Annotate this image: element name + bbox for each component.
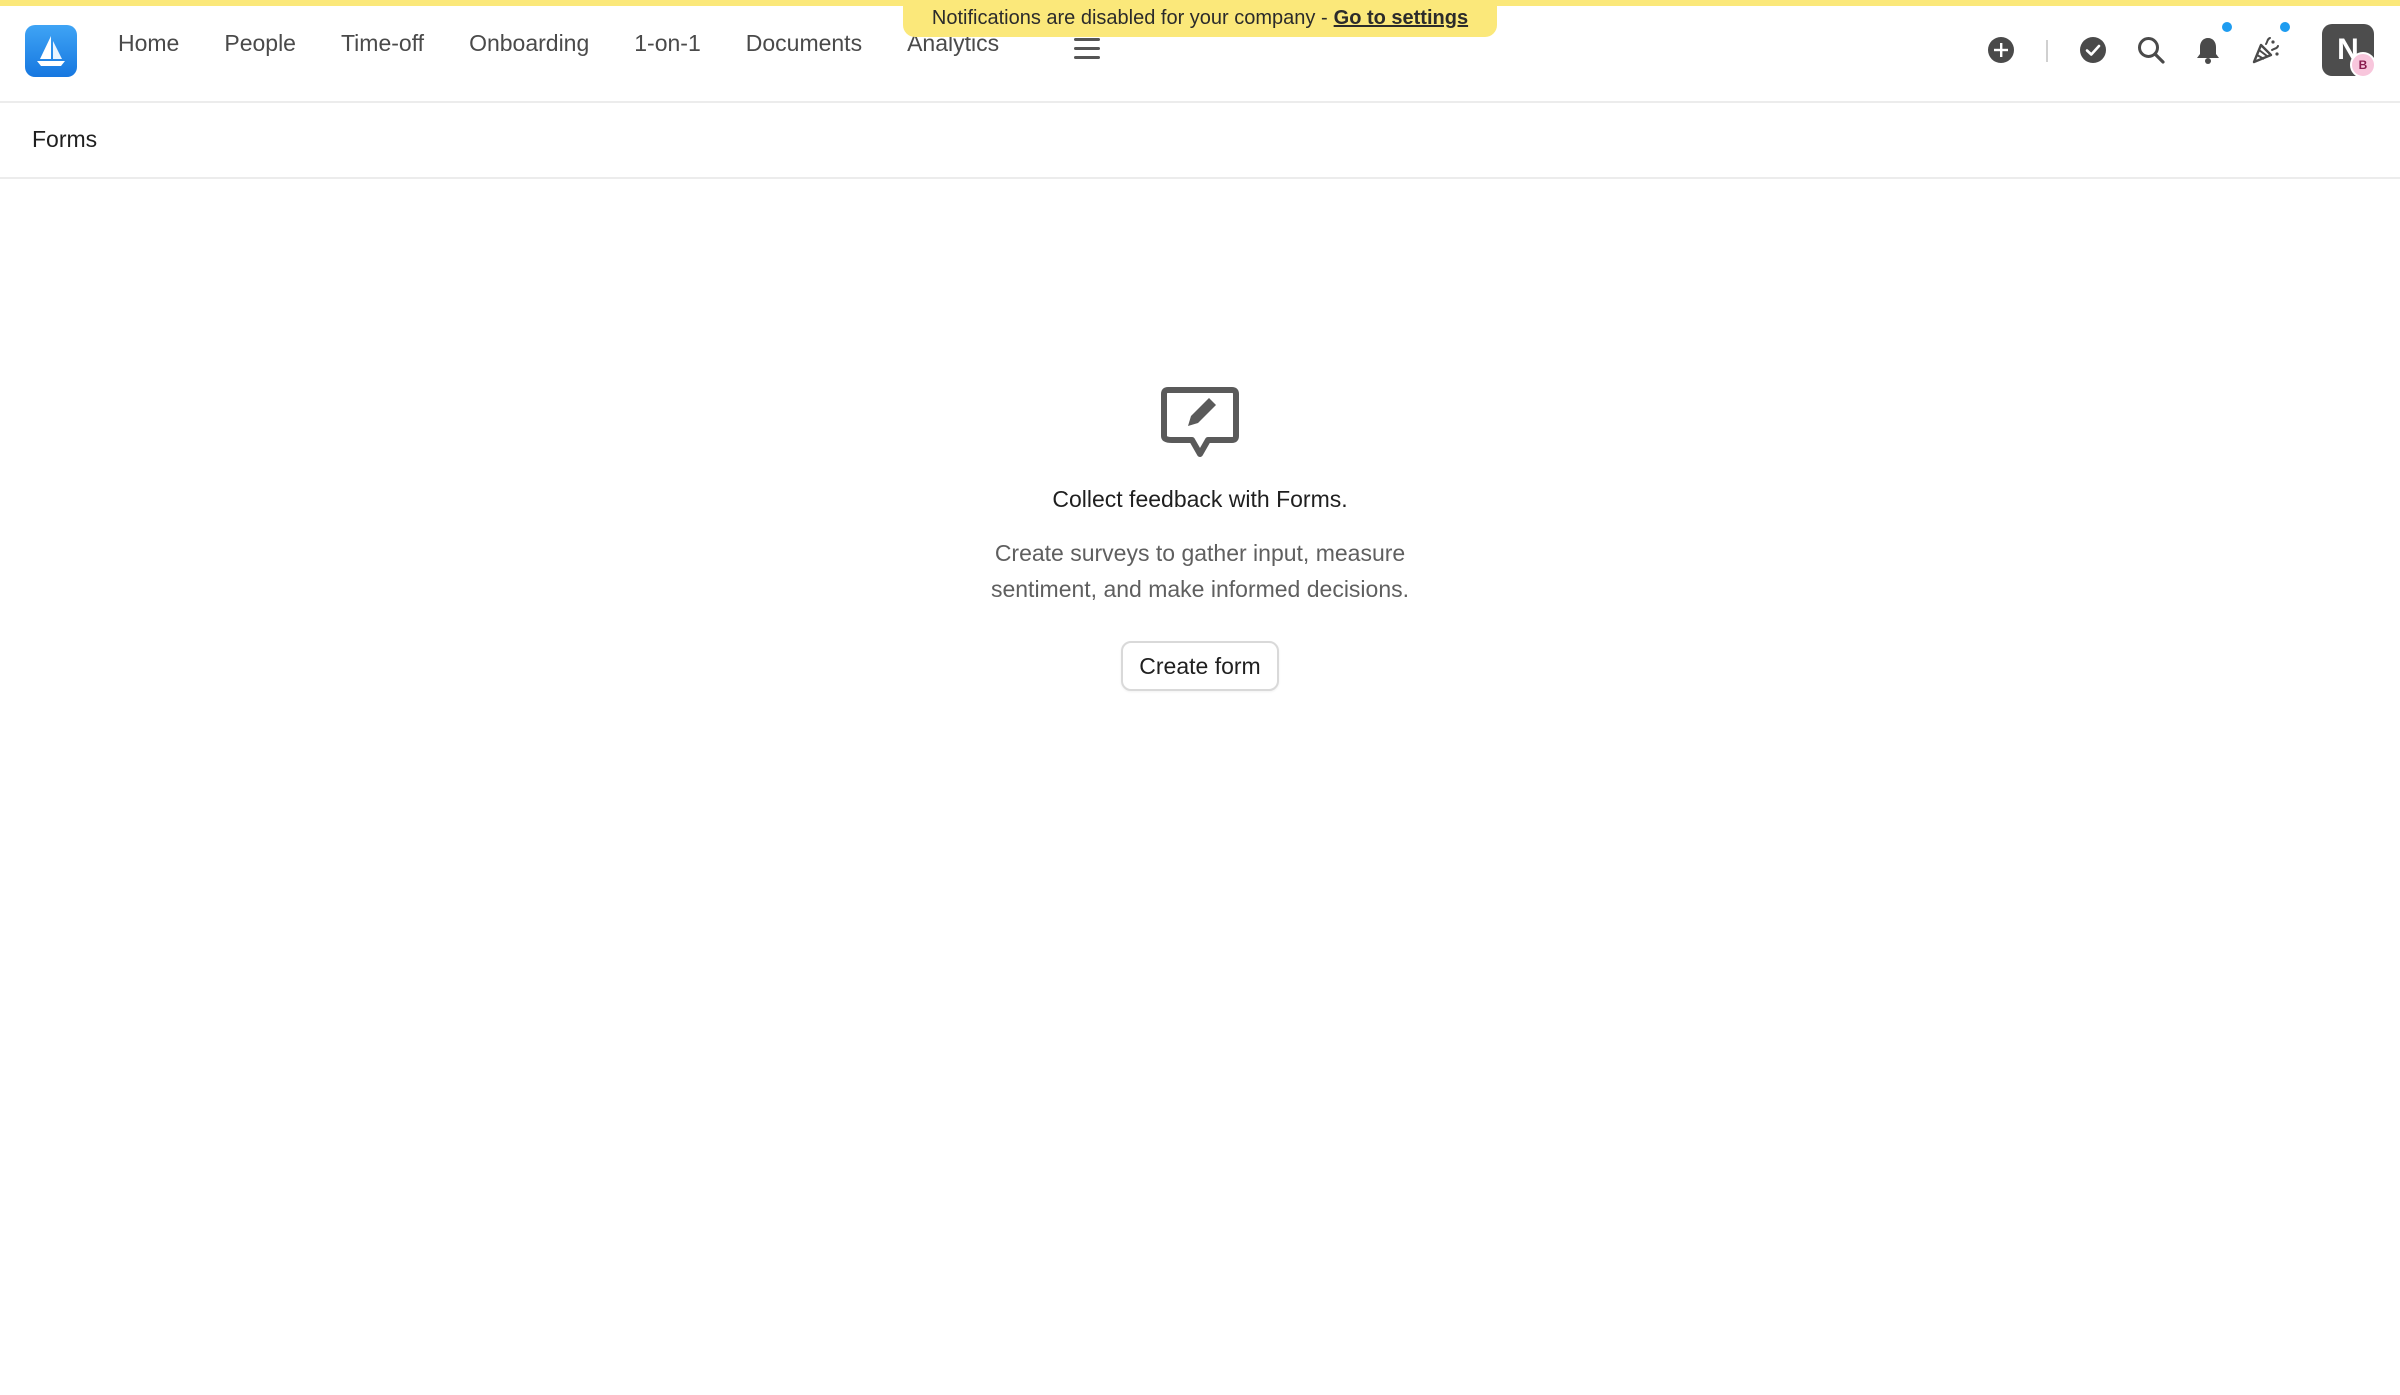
empty-state-description: Create surveys to gather input, measure … [990, 540, 1410, 602]
bell-icon[interactable] [2188, 30, 2228, 70]
notification-dot [2220, 20, 2234, 34]
empty-state-title: Collect feedback with Forms. [1052, 486, 1348, 512]
party-popper-icon[interactable] [2246, 30, 2286, 70]
check-circle-icon[interactable] [2073, 30, 2113, 70]
subheader: Forms [0, 103, 2400, 179]
empty-state: Collect feedback with Forms. Create surv… [0, 380, 2400, 691]
avatar-badge: B [2350, 52, 2376, 78]
notification-banner: Notifications are disabled for your comp… [903, 0, 1497, 37]
header-divider [2046, 40, 2048, 62]
plus-circle-icon[interactable] [1981, 30, 2021, 70]
search-icon[interactable] [2131, 30, 2171, 70]
create-form-button[interactable]: Create form [1121, 641, 1279, 691]
notification-dot [2278, 20, 2292, 34]
page-title: Forms [32, 126, 98, 152]
go-to-settings-link[interactable]: Go to settings [1334, 7, 1468, 30]
notification-text: Notifications are disabled for your comp… [931, 7, 1328, 29]
edit-message-icon [1158, 380, 1242, 464]
